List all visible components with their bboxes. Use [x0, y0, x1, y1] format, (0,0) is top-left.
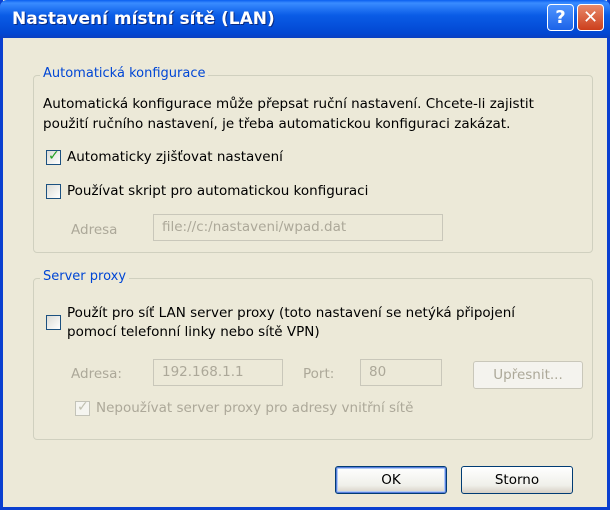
close-button[interactable]: ✕ — [577, 4, 604, 31]
cancel-button[interactable]: Storno — [461, 466, 573, 494]
help-button[interactable]: ? — [547, 4, 574, 31]
ok-button[interactable]: OK — [335, 466, 447, 494]
proxy-address-label: Adresa: — [71, 366, 122, 382]
close-icon: ✕ — [582, 7, 599, 28]
script-address-field[interactable]: file://c:/nastaveni/wpad.dat — [153, 214, 443, 241]
proxy-port-field[interactable]: 80 — [360, 359, 442, 386]
bypass-local-label[interactable]: Nepoužívat server proxy pro adresy vnitř… — [96, 400, 413, 416]
auto-config-description-line2: použití ručního nastavení, je třeba auto… — [43, 116, 511, 132]
use-proxy-checkbox[interactable] — [46, 315, 61, 330]
help-icon: ? — [555, 7, 566, 28]
proxy-server-legend: Server proxy — [40, 269, 130, 284]
title-bar[interactable]: Nastavení místní sítě (LAN) ? ✕ — [0, 0, 610, 38]
use-script-label[interactable]: Používat skript pro automatickou konfigu… — [67, 183, 368, 199]
auto-config-description-line1: Automatická konfigurace může přepsat ruč… — [43, 96, 534, 112]
dialog-title: Nastavení místní sítě (LAN) — [12, 9, 275, 29]
auto-detect-label[interactable]: Automaticky zjišťovat nastavení — [67, 149, 283, 165]
use-script-checkbox[interactable] — [46, 184, 61, 199]
advanced-button[interactable]: Upřesnit... — [473, 361, 583, 389]
proxy-port-label: Port: — [303, 366, 335, 382]
auto-config-legend: Automatická konfigurace — [40, 66, 209, 81]
script-address-label: Adresa — [71, 222, 118, 238]
lan-settings-dialog: Nastavení místní sítě (LAN) ? ✕ Automati… — [0, 0, 610, 510]
auto-detect-checkbox[interactable] — [46, 148, 61, 165]
proxy-address-field[interactable]: 192.168.1.1 — [153, 359, 283, 386]
bypass-local-checkbox[interactable] — [75, 399, 90, 416]
use-proxy-label-line2[interactable]: pomocí telefonní linky nebo sítě VPN) — [67, 324, 320, 340]
use-proxy-label-line1[interactable]: Použít pro síť LAN server proxy (toto na… — [67, 305, 515, 321]
